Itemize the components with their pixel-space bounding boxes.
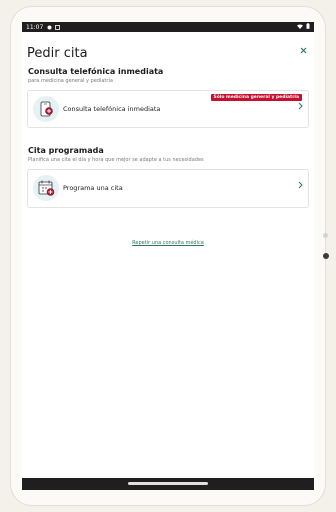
page-title: Pedir cita bbox=[27, 46, 88, 61]
app-header: Pedir cita bbox=[22, 32, 314, 68]
side-button bbox=[323, 233, 328, 238]
chevron-right-icon bbox=[298, 181, 303, 192]
app-screen: 11:07 Pedir cita Consulta telefónica inm… bbox=[22, 22, 314, 490]
calendar-icon bbox=[33, 175, 59, 201]
immediate-section-subtitle: para medicina general y pediatría bbox=[28, 78, 113, 84]
immediate-section-title: Consulta telefónica inmediata bbox=[28, 67, 164, 76]
phone-consult-icon bbox=[33, 96, 59, 122]
navigation-bar bbox=[22, 478, 314, 490]
battery-icon bbox=[306, 23, 310, 31]
immediate-consultation-card[interactable]: Consulta telefónica inmediata Sólo medic… bbox=[27, 90, 309, 128]
status-time: 11:07 bbox=[26, 23, 44, 31]
restriction-badge: Sólo medicina general y pediatría bbox=[210, 94, 302, 101]
schedule-card-label: Programa una cita bbox=[63, 184, 123, 192]
schedule-appointment-card[interactable]: Programa una cita bbox=[27, 169, 309, 208]
scheduled-section-subtitle: Planifica una cita el día y hora que mej… bbox=[28, 157, 204, 163]
close-button[interactable] bbox=[298, 47, 308, 57]
status-bar: 11:07 bbox=[22, 22, 314, 32]
scheduled-section-title: Cita programada bbox=[28, 146, 104, 155]
close-icon bbox=[300, 47, 306, 54]
repeat-consultation-link[interactable]: Repetir una consulta médica bbox=[22, 240, 314, 246]
immediate-card-label: Consulta telefónica inmediata bbox=[63, 105, 161, 113]
chevron-right-icon bbox=[298, 102, 303, 113]
camera-dot bbox=[323, 253, 329, 259]
home-handle[interactable] bbox=[128, 482, 208, 485]
wifi-icon bbox=[297, 24, 303, 31]
app-notification-icon bbox=[55, 24, 61, 30]
notification-icon bbox=[47, 25, 52, 30]
